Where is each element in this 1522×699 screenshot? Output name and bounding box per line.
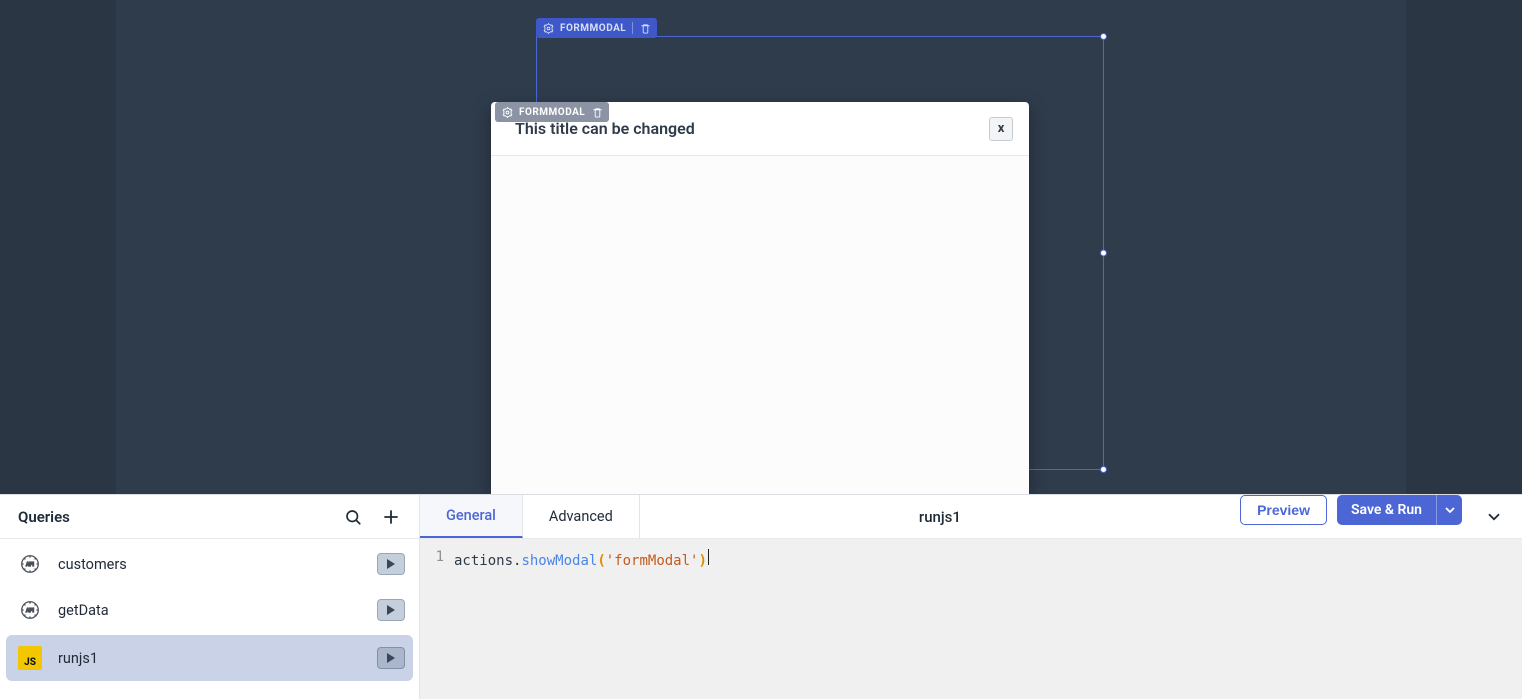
code-gutter: 1 xyxy=(420,549,454,699)
chevron-down-icon[interactable] xyxy=(1436,495,1462,525)
run-query-button[interactable] xyxy=(377,647,405,669)
query-item-runjs1[interactable]: JS runjs1 xyxy=(6,635,413,681)
save-run-label[interactable]: Save & Run xyxy=(1337,495,1436,525)
tag-separator xyxy=(632,22,633,34)
gear-icon xyxy=(542,22,554,34)
search-icon[interactable] xyxy=(339,503,367,531)
editor-header-center: runjs1 xyxy=(640,495,1240,538)
query-name: runjs1 xyxy=(58,650,361,667)
resize-handle-mr[interactable] xyxy=(1100,250,1107,257)
tab-general[interactable]: General xyxy=(420,495,523,538)
resize-handle-tr[interactable] xyxy=(1100,33,1107,40)
component-tag-formmodal-outer[interactable]: FORMMODAL xyxy=(536,18,657,38)
canvas-gutter-right xyxy=(1406,0,1522,494)
add-query-button[interactable] xyxy=(377,503,405,531)
gear-icon xyxy=(501,106,513,118)
text-cursor xyxy=(708,549,709,565)
editor-side: General Advanced runjs1 Preview Save & R… xyxy=(420,495,1522,699)
preview-button[interactable]: Preview xyxy=(1240,495,1327,525)
trash-icon[interactable] xyxy=(591,106,603,118)
code-content[interactable]: actions.showModal('formModal') xyxy=(454,549,709,699)
code-editor[interactable]: 1 actions.showModal('formModal') xyxy=(420,539,1522,699)
line-number: 1 xyxy=(420,549,444,565)
bottom-panel: Queries API customers API xyxy=(0,494,1522,699)
token-paren-open: ( xyxy=(597,553,605,569)
save-run-button[interactable]: Save & Run xyxy=(1337,495,1462,525)
run-query-button[interactable] xyxy=(377,599,405,621)
api-icon: API xyxy=(18,552,42,576)
modal-close-button[interactable]: x xyxy=(989,117,1013,141)
tab-advanced[interactable]: Advanced xyxy=(523,495,640,538)
canvas-gutter-left xyxy=(0,0,116,494)
token-method: showModal xyxy=(521,553,597,569)
resize-handle-br[interactable] xyxy=(1100,466,1107,473)
token-object: actions xyxy=(454,553,513,569)
current-query-name[interactable]: runjs1 xyxy=(919,508,961,526)
svg-text:API: API xyxy=(26,608,35,614)
modal-body[interactable] xyxy=(491,156,1029,494)
queries-title: Queries xyxy=(18,508,329,526)
query-name: customers xyxy=(58,556,361,573)
editor-header: General Advanced runjs1 Preview Save & R… xyxy=(420,495,1522,539)
token-string: 'formModal' xyxy=(606,553,699,569)
component-tag-label: FORMMODAL xyxy=(560,23,626,34)
query-item-getdata[interactable]: API getData xyxy=(0,587,419,633)
token-dot: . xyxy=(513,553,521,569)
queries-header: Queries xyxy=(0,495,419,539)
query-name: getData xyxy=(58,602,361,619)
form-modal[interactable]: This title can be changed x xyxy=(491,102,1029,494)
run-query-button[interactable] xyxy=(377,553,405,575)
query-item-customers[interactable]: API customers xyxy=(0,541,419,587)
code-line[interactable]: actions.showModal('formModal') xyxy=(454,549,709,569)
js-badge: JS xyxy=(18,646,42,670)
canvas-area[interactable]: FORMMODAL FORMMODAL This title can be ch… xyxy=(0,0,1522,494)
component-tag-formmodal-inner[interactable]: FORMMODAL xyxy=(495,102,609,122)
query-list: API customers API getData JS xyxy=(0,539,419,699)
api-icon: API xyxy=(18,598,42,622)
svg-text:API: API xyxy=(26,562,35,568)
js-icon: JS xyxy=(18,646,42,670)
token-paren-close: ) xyxy=(698,553,706,569)
queries-sidebar: Queries API customers API xyxy=(0,495,420,699)
trash-icon[interactable] xyxy=(639,22,651,34)
component-tag-label: FORMMODAL xyxy=(519,107,585,118)
chevron-down-icon[interactable] xyxy=(1480,503,1508,531)
